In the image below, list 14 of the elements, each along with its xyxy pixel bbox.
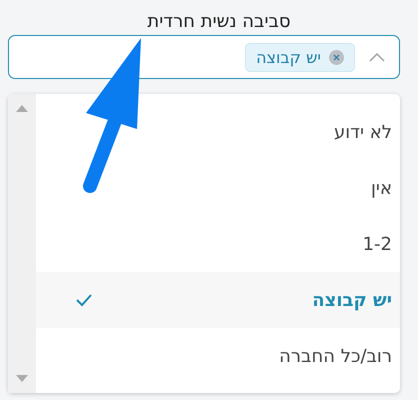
remove-icon[interactable] bbox=[329, 50, 344, 64]
dropdown-option[interactable]: 1-2 bbox=[36, 216, 400, 272]
dropdown-option[interactable]: רוב/כל החברה bbox=[36, 328, 400, 384]
selected-chip: יש קבוצה bbox=[245, 42, 355, 72]
dropdown-option[interactable]: לא ידוע bbox=[36, 104, 400, 160]
multi-select-field[interactable]: יש קבוצה bbox=[8, 35, 400, 79]
caret-icon[interactable] bbox=[369, 52, 385, 62]
dropdown-option[interactable]: אין bbox=[36, 160, 400, 216]
dropdown-option[interactable]: יש קבוצה bbox=[36, 272, 400, 328]
check-icon bbox=[76, 293, 92, 307]
scroll-down-icon[interactable] bbox=[16, 375, 28, 383]
scroll-up-icon[interactable] bbox=[16, 104, 28, 112]
field-label: סביבה נשית חרדית bbox=[146, 10, 292, 34]
scrollbar[interactable] bbox=[8, 94, 36, 393]
